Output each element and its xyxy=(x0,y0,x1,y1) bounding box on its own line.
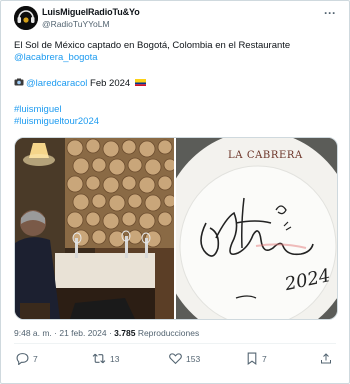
microphone-icon xyxy=(14,6,38,30)
heart-icon xyxy=(169,353,182,365)
tweet-header: LuisMiguelRadioTu&Yo @RadioTuYYoLM ··· xyxy=(14,6,336,32)
signed-plate-photo[interactable]: LA CABRERA 2024 xyxy=(160,138,337,319)
credit-line: @laredcaracol Feb 2024 xyxy=(14,78,146,90)
tweet-meta: 9:48 a. m. · 21 feb. 2024 · 3.785 Reprod… xyxy=(14,328,199,338)
bookmark-count: 7 xyxy=(262,353,267,364)
media-grid: LA CABRERA 2024 xyxy=(14,137,338,320)
action-bar: 7 13 153 7 xyxy=(14,352,336,368)
bookmark-icon xyxy=(247,352,257,365)
camera-icon xyxy=(14,78,24,86)
credit-date: Feb 2024 xyxy=(90,78,131,89)
like-button[interactable]: 153 xyxy=(169,352,200,365)
views-count: 3.785 xyxy=(114,328,136,338)
views-label: Reproducciones xyxy=(135,328,200,338)
share-button[interactable] xyxy=(320,352,336,365)
colombia-flag-icon xyxy=(134,78,146,86)
reply-icon xyxy=(16,353,29,365)
author-display-name[interactable]: LuisMiguelRadioTu&Yo xyxy=(42,7,140,17)
share-icon xyxy=(321,353,331,364)
tweet-timestamp[interactable]: 9:48 a. m. · 21 feb. 2024 · xyxy=(14,328,114,338)
mention-laredcaracol[interactable]: @laredcaracol xyxy=(26,78,87,89)
more-options-icon[interactable]: ··· xyxy=(324,6,336,20)
retweet-button[interactable]: 13 xyxy=(92,352,119,365)
plate-brand-text: LA CABRERA xyxy=(228,150,303,161)
author-handle[interactable]: @RadioTuYYoLM xyxy=(42,19,110,29)
reply-button[interactable]: 7 xyxy=(16,352,38,365)
divider xyxy=(14,343,336,344)
avatar[interactable] xyxy=(14,6,38,30)
restaurant-photo[interactable] xyxy=(15,138,174,319)
retweet-icon xyxy=(92,353,106,364)
tweet-text-line1: El Sol de México captado en Bogotá, Colo… xyxy=(14,40,291,51)
hashtag-luismigueltour2024[interactable]: #luismigueltour2024 xyxy=(14,116,99,128)
retweet-count: 13 xyxy=(110,353,120,364)
hashtag-luismiguel[interactable]: #luismiguel xyxy=(14,104,62,116)
reply-count: 7 xyxy=(33,353,38,364)
like-count: 153 xyxy=(186,353,201,364)
bookmark-button[interactable]: 7 xyxy=(246,352,267,365)
mention-lacabrera[interactable]: @lacabrera_bogota xyxy=(14,52,98,64)
signed-plate-image: LA CABRERA 2024 xyxy=(160,138,337,319)
